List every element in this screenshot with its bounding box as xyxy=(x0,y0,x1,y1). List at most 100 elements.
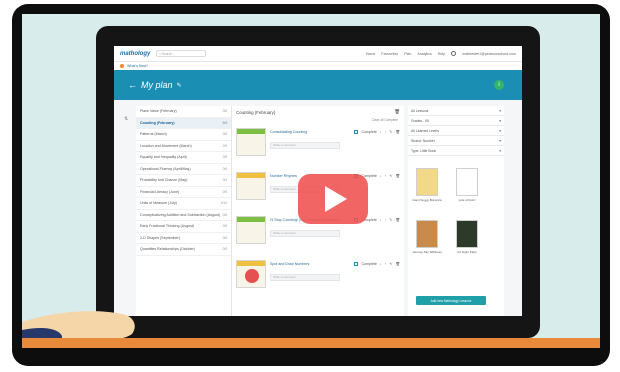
move-up-icon[interactable]: ↑ xyxy=(385,130,387,134)
complete-checkbox[interactable] xyxy=(354,262,359,266)
book-cover[interactable] xyxy=(416,220,438,248)
month-item[interactable]: 2-D Shapes (September) 0/5 xyxy=(136,233,231,244)
pin-icon[interactable]: ✎ xyxy=(389,130,392,134)
whats-new-bar[interactable]: What's New? xyxy=(114,62,522,70)
nav-help[interactable]: Help xyxy=(438,52,445,56)
lesson-thumbnail[interactable] xyxy=(236,172,266,200)
lesson-panel-title: Counting (February) xyxy=(236,109,276,115)
lesson-item[interactable]: Spot and Draw Numbers Write a comment Comp… xyxy=(236,260,400,296)
filter-label: Strand: Number xyxy=(411,138,435,143)
month-label: Location and Movement (March) xyxy=(140,143,192,148)
month-item[interactable]: Conceptualizing Addition and Subtraction… xyxy=(136,210,231,221)
month-count: 0/6 xyxy=(222,132,227,137)
user-icon[interactable] xyxy=(451,51,457,56)
filter-dropdown[interactable]: Grades - 05 ▾ xyxy=(408,116,504,126)
book-cover[interactable] xyxy=(416,168,438,196)
month-item[interactable]: Place Value (February) 0/6 xyxy=(136,106,231,118)
trash-icon[interactable]: 🗑 xyxy=(394,109,400,115)
lesson-item[interactable]: Consolidating Counting Write a comment Com… xyxy=(236,128,400,164)
nav-links: Home Favourites Plan Analytics Help math… xyxy=(366,51,516,56)
book-cover[interactable] xyxy=(456,220,478,248)
play-button[interactable] xyxy=(298,174,368,224)
page-title: My plan xyxy=(141,80,173,90)
filter-list: All Lessons ▾ Grades - 05 ▾ All Learned Leve… xyxy=(408,106,504,156)
add-lessons-button[interactable]: Add new Mathology Lessons xyxy=(416,296,486,305)
move-down-icon[interactable]: ↓ xyxy=(380,262,382,266)
complete-checkbox[interactable] xyxy=(354,130,359,134)
pin-icon[interactable]: ✎ xyxy=(389,174,392,178)
month-item[interactable]: Probability and Chance (May) 0/4 xyxy=(136,175,231,187)
ladybug-icon xyxy=(245,269,259,283)
month-count: 0/5 xyxy=(222,155,227,160)
month-label: Counting (February) xyxy=(140,120,175,125)
delete-icon[interactable]: 🗑 xyxy=(395,174,400,178)
app-logo[interactable]: mathology xyxy=(120,51,150,57)
lesson-name[interactable]: Spot and Draw Numbers xyxy=(270,262,354,272)
nav-favourites[interactable]: Favourites xyxy=(381,52,398,56)
nav-home[interactable]: Home xyxy=(366,52,376,56)
delete-icon[interactable]: 🗑 xyxy=(395,262,400,266)
book-title: Art Night Party xyxy=(457,250,477,254)
month-item[interactable]: Patterns (March) 0/6 xyxy=(136,129,231,141)
move-down-icon[interactable]: ↓ xyxy=(380,218,382,222)
filter-label: Type: Little Book xyxy=(411,148,437,153)
reorder-icon[interactable]: ⇅ xyxy=(124,116,128,122)
move-up-icon[interactable]: ↑ xyxy=(385,174,387,178)
pin-icon[interactable]: ✎ xyxy=(389,218,392,222)
month-count: 0/5 xyxy=(222,247,227,252)
nav-analytics[interactable]: Analytics xyxy=(417,52,431,56)
lesson-name[interactable]: Consolidating Counting xyxy=(270,130,354,140)
move-up-icon[interactable]: ↑ xyxy=(385,218,387,222)
month-label: Units of Measure (July) xyxy=(140,201,177,206)
lesson-thumbnail[interactable] xyxy=(236,216,266,244)
lesson-info: Consolidating Counting Write a comment xyxy=(270,128,354,164)
edit-pencil-icon[interactable]: ✎ xyxy=(177,82,182,89)
month-item[interactable]: Location and Movement (March) 0/5 xyxy=(136,141,231,152)
month-count: 0/10 xyxy=(220,201,227,206)
lesson-thumbnail[interactable] xyxy=(236,128,266,156)
user-email[interactable]: mathtester1@pearsonschool.com xyxy=(462,52,516,56)
video-scene: mathology ⌕ Search Home Favourites Plan … xyxy=(22,14,600,348)
move-down-icon[interactable]: ↓ xyxy=(380,130,382,134)
month-item[interactable]: Quantities Relationships (October) 0/5 xyxy=(136,244,231,256)
filter-dropdown[interactable]: All Lessons ▾ xyxy=(408,106,504,116)
delete-icon[interactable]: 🗑 xyxy=(395,130,400,134)
book-title: Lots of Dots! xyxy=(458,198,476,202)
month-item[interactable]: Counting (February) 0/4 xyxy=(136,117,231,129)
filter-dropdown[interactable]: All Learned Levels ▾ xyxy=(408,126,504,136)
month-item[interactable]: Early Fractional Thinking (August) 0/5 xyxy=(136,221,231,233)
nav-plan[interactable]: Plan xyxy=(404,52,411,56)
search-input[interactable]: ⌕ Search xyxy=(156,50,207,57)
play-icon xyxy=(325,186,347,212)
comment-input[interactable]: Write a comment xyxy=(270,274,340,281)
delete-icon[interactable]: 🗑 xyxy=(395,218,400,222)
chevron-down-icon: ▾ xyxy=(499,148,501,153)
filter-dropdown[interactable]: Type: Little Book ▾ xyxy=(408,146,504,156)
pin-icon[interactable]: ✎ xyxy=(389,262,392,266)
comment-input[interactable]: Write a comment xyxy=(270,230,340,237)
clear-complete-link[interactable]: Clear all Complete xyxy=(232,118,404,124)
lesson-thumbnail[interactable] xyxy=(236,260,266,288)
month-item[interactable]: Operational Fluency (April/May) 0/6 xyxy=(136,164,231,175)
month-item[interactable]: Units of Measure (July) 0/10 xyxy=(136,198,231,210)
book-title: Journey Sky Wildness xyxy=(412,250,442,254)
month-label: Quantities Relationships (October) xyxy=(140,247,195,252)
filter-dropdown[interactable]: Strand: Number ▾ xyxy=(408,136,504,146)
book-cover[interactable] xyxy=(456,168,478,196)
notification-dot-icon xyxy=(120,64,124,68)
month-item[interactable]: Financial Literacy (June) 0/5 xyxy=(136,187,231,198)
back-arrow-icon[interactable]: ← xyxy=(128,80,137,90)
move-up-icon[interactable]: ↑ xyxy=(385,262,387,266)
month-item[interactable]: Equality and Inequality (April) 0/5 xyxy=(136,152,231,164)
info-button[interactable]: i xyxy=(494,80,504,90)
month-label: Place Value (February) xyxy=(140,109,177,114)
comment-input[interactable]: Write a comment xyxy=(270,142,340,149)
chevron-down-icon: ▾ xyxy=(499,138,501,143)
month-label: Patterns (March) xyxy=(140,132,167,137)
move-down-icon[interactable]: ↓ xyxy=(380,174,382,178)
book-title: Giant Soggy Bonanza xyxy=(412,198,442,202)
month-count: 0/5 xyxy=(222,189,227,194)
whats-new-label: What's New? xyxy=(127,64,149,68)
search-placeholder: Search xyxy=(161,51,173,56)
month-count: 0/6 xyxy=(222,212,227,217)
